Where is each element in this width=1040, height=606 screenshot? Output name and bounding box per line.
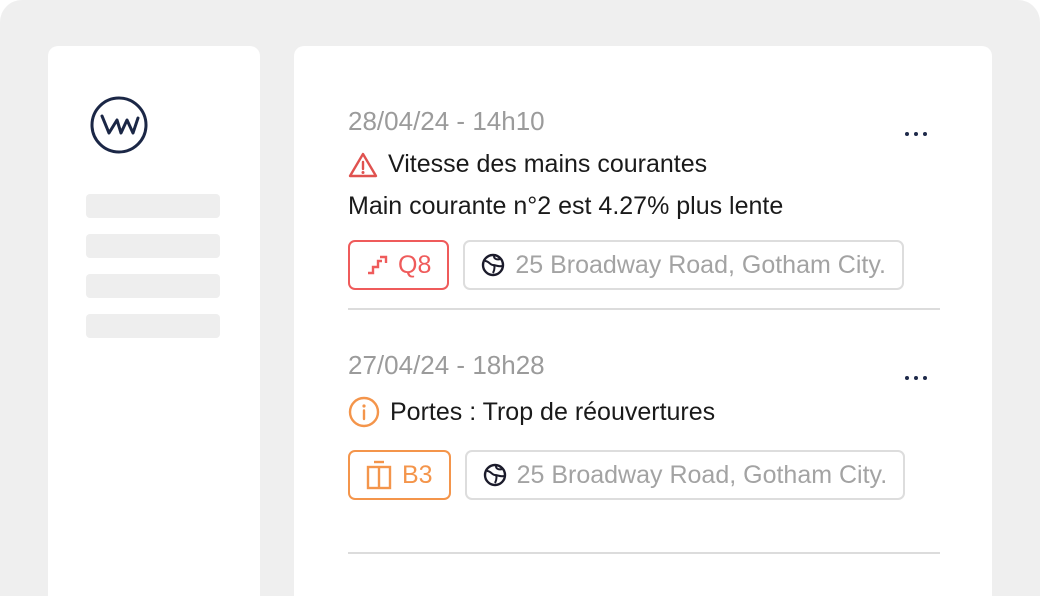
sidebar-skeleton-item xyxy=(86,314,220,338)
address-tag[interactable]: 25 Broadway Road, Gotham City. xyxy=(463,240,904,290)
more-options-button[interactable] xyxy=(898,368,934,388)
info-circle-icon xyxy=(348,396,380,428)
globe-icon xyxy=(483,463,506,487)
warning-triangle-icon xyxy=(348,152,378,177)
sidebar-skeleton-item xyxy=(86,194,220,218)
equipment-tag[interactable]: Q8 xyxy=(348,240,450,290)
elevator-icon xyxy=(366,460,392,490)
sidebar-skeleton-item xyxy=(86,234,220,258)
alert-timestamp: 27/04/24 - 18h28 xyxy=(348,350,545,380)
alert-tags: B3 25 Broadway Road, Gotham City. xyxy=(348,450,906,500)
address-tag[interactable]: 25 Broadway Road, Gotham City. xyxy=(464,450,906,500)
alert-title: Vitesse des mains courantes xyxy=(388,150,708,178)
divider xyxy=(348,308,940,310)
alert-title: Portes : Trop de réouvertures xyxy=(390,397,716,426)
equipment-code: Q8 xyxy=(398,250,432,279)
address-text: 25 Broadway Road, Gotham City. xyxy=(515,250,886,279)
sidebar xyxy=(48,46,260,606)
equipment-tag[interactable]: B3 xyxy=(348,450,451,500)
more-options-button[interactable] xyxy=(898,124,934,144)
alert-title-row: Portes : Trop de réouvertures xyxy=(348,396,715,428)
alert-description: Main courante n°2 est 4.27% plus lente xyxy=(348,192,784,220)
divider xyxy=(348,552,940,554)
alert-timestamp: 28/04/24 - 14h10 xyxy=(348,106,545,136)
alerts-panel: 28/04/24 - 14h10 Vitesse des mains coura… xyxy=(294,46,992,606)
sidebar-skeleton-item xyxy=(86,274,220,298)
app-frame: 28/04/24 - 14h10 Vitesse des mains coura… xyxy=(0,0,1040,606)
alert-title-row: Vitesse des mains courantes xyxy=(348,150,707,179)
wm-logo-icon[interactable] xyxy=(90,96,148,154)
equipment-code: B3 xyxy=(402,460,433,489)
escalator-icon xyxy=(368,255,388,275)
alert-tags: Q8 25 Broadway Road, Gotham City. xyxy=(348,240,904,290)
globe-icon xyxy=(482,253,505,277)
address-text: 25 Broadway Road, Gotham City. xyxy=(516,460,888,489)
